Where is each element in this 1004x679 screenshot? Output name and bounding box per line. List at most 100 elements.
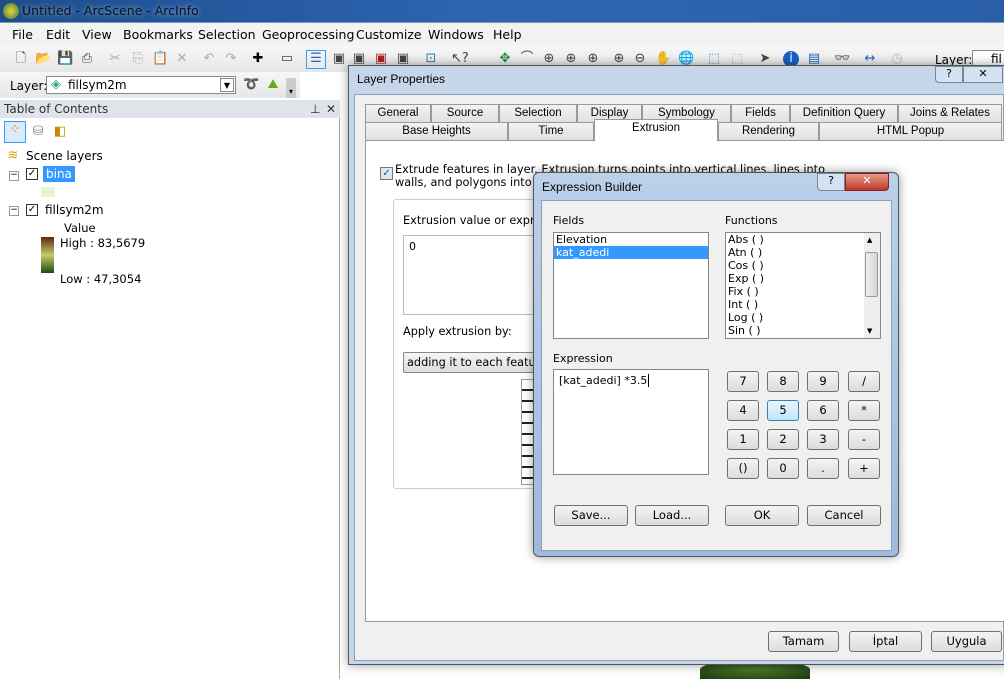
layer-checkbox-fillsym2m[interactable]: ✓ — [26, 204, 38, 216]
key-6-button[interactable]: 6 — [807, 400, 839, 421]
line-of-sight-icon[interactable]: ⛰ — [265, 77, 281, 93]
field-item-elevation[interactable]: Elevation — [554, 233, 708, 246]
pin-icon[interactable]: ⊥ — [310, 102, 320, 116]
tab-fields[interactable]: Fields — [731, 104, 790, 122]
tab-joins-relates[interactable]: Joins & Relates — [898, 104, 1002, 122]
close-button[interactable]: ✕ — [963, 66, 1003, 83]
menu-help[interactable]: Help — [493, 27, 522, 42]
collapse-icon[interactable]: − — [9, 206, 19, 216]
key-9-button[interactable]: 9 — [807, 371, 839, 392]
help-button[interactable]: ? — [935, 66, 963, 83]
chevron-down-icon[interactable]: ▼ — [220, 78, 234, 92]
menu-file[interactable]: File — [12, 27, 33, 42]
table-of-contents-icon[interactable]: ☰ — [306, 50, 326, 69]
scroll-thumb[interactable] — [865, 252, 878, 297]
layer-checkbox-bina[interactable]: ✓ — [26, 168, 38, 180]
function-item[interactable]: Atn ( ) — [726, 246, 880, 259]
menu-edit[interactable]: Edit — [46, 27, 70, 42]
function-item[interactable]: Fix ( ) — [726, 285, 880, 298]
tab-base-heights[interactable]: Base Heights — [365, 122, 508, 140]
menu-customize[interactable]: Customize — [356, 27, 422, 42]
close-button[interactable]: ✕ — [845, 173, 889, 191]
key-parentheses-button[interactable]: () — [727, 458, 759, 479]
scroll-up-icon[interactable]: ▲ — [867, 234, 872, 247]
layer-name-fillsym2m[interactable]: fillsym2m — [45, 203, 104, 217]
layer-dropdown-value: fillsym2m — [68, 78, 127, 92]
functions-list[interactable]: Abs ( ) Atn ( ) Cos ( ) Exp ( ) Fix ( ) … — [725, 232, 881, 339]
list-by-drawing-order-icon[interactable]: ⁘ — [4, 121, 26, 143]
redo-icon[interactable]: ↷ — [223, 51, 239, 67]
function-item[interactable]: Exp ( ) — [726, 272, 880, 285]
function-item[interactable]: Sin ( ) — [726, 324, 880, 337]
key-7-button[interactable]: 7 — [727, 371, 759, 392]
save-icon[interactable]: 💾 — [57, 51, 73, 67]
key-5-button[interactable]: 5 — [767, 400, 799, 421]
menu-windows[interactable]: Windows — [428, 27, 484, 42]
cancel-button[interactable]: Cancel — [807, 505, 881, 526]
key-4-button[interactable]: 4 — [727, 400, 759, 421]
load-button[interactable]: Load... — [635, 505, 709, 526]
key-2-button[interactable]: 2 — [767, 429, 799, 450]
bina-symbol-swatch — [41, 187, 55, 197]
delete-icon[interactable]: ✕ — [174, 51, 190, 67]
key-decimal-button[interactable]: . — [807, 458, 839, 479]
layer-name-bina[interactable]: bina — [43, 166, 75, 182]
apply-button[interactable]: Uygula — [931, 631, 1002, 652]
tab-time[interactable]: Time — [508, 122, 594, 140]
function-item[interactable]: Abs ( ) — [726, 233, 880, 246]
scene-window-icon[interactable]: ▭ — [279, 51, 295, 67]
tab-rendering[interactable]: Rendering — [718, 122, 819, 140]
function-item[interactable]: Int ( ) — [726, 298, 880, 311]
expression-input[interactable]: [kat_adedi] *3.5 — [553, 369, 709, 475]
functions-scrollbar[interactable]: ▲ ▼ — [864, 233, 880, 338]
help-button[interactable]: ? — [817, 173, 845, 191]
key-1-button[interactable]: 1 — [727, 429, 759, 450]
collapse-icon[interactable]: − — [9, 171, 19, 181]
catalog-icon[interactable]: ▣ — [331, 51, 347, 67]
key-plus-button[interactable]: + — [848, 458, 880, 479]
expression-builder-dialog: Expression Builder ? ✕ Fields Elevation … — [533, 172, 899, 557]
key-multiply-button[interactable]: * — [848, 400, 880, 421]
cancel-button[interactable]: İptal — [849, 631, 922, 652]
menu-selection[interactable]: Selection — [198, 27, 256, 42]
toolbar-options-icon[interactable]: ▾ — [286, 78, 296, 98]
save-button[interactable]: Save... — [554, 505, 628, 526]
ok-button[interactable]: Tamam — [768, 631, 839, 652]
field-item-kat-adedi[interactable]: kat_adedi — [554, 246, 708, 259]
layer-dropdown[interactable]: ◈ fillsym2m ▼ — [46, 76, 236, 94]
tab-general[interactable]: General — [365, 104, 431, 122]
function-item[interactable]: Log ( ) — [726, 311, 880, 324]
tab-source[interactable]: Source — [431, 104, 499, 122]
scene-layers-label: Scene layers — [26, 149, 103, 163]
scroll-down-icon[interactable]: ▼ — [867, 325, 872, 338]
ok-button[interactable]: OK — [725, 505, 799, 526]
key-0-button[interactable]: 0 — [767, 458, 799, 479]
tab-html-popup[interactable]: HTML Popup — [819, 122, 1002, 140]
tab-selection[interactable]: Selection — [499, 104, 577, 122]
contour-icon[interactable]: ➰ — [243, 77, 259, 93]
list-by-source-icon[interactable]: ⛁ — [30, 124, 46, 140]
menu-bookmarks[interactable]: Bookmarks — [123, 27, 193, 42]
tab-extrusion[interactable]: Extrusion — [594, 119, 718, 141]
print-icon[interactable]: ⎙ — [79, 51, 95, 67]
key-8-button[interactable]: 8 — [767, 371, 799, 392]
key-minus-button[interactable]: - — [848, 429, 880, 450]
menu-geoprocessing[interactable]: Geoprocessing — [262, 27, 354, 42]
fields-list[interactable]: Elevation kat_adedi — [553, 232, 709, 339]
extrude-checkbox[interactable]: ✓ — [380, 167, 393, 180]
list-by-visibility-icon[interactable]: ◧ — [52, 124, 68, 140]
cut-icon[interactable]: ✂ — [107, 51, 123, 67]
key-3-button[interactable]: 3 — [807, 429, 839, 450]
dialog-title: Layer Properties — [357, 72, 446, 86]
function-item[interactable]: Cos ( ) — [726, 259, 880, 272]
menu-view[interactable]: View — [82, 27, 112, 42]
key-divide-button[interactable]: / — [848, 371, 880, 392]
undo-icon[interactable]: ↶ — [201, 51, 217, 67]
new-icon[interactable]: 🗋 — [13, 51, 29, 67]
open-icon[interactable]: 📂 — [35, 51, 51, 67]
paste-icon[interactable]: 📋 — [152, 51, 168, 67]
copy-icon[interactable]: ⎘ — [130, 51, 146, 67]
tab-definition-query[interactable]: Definition Query — [790, 104, 898, 122]
add-data-icon[interactable]: ✚ — [250, 51, 266, 67]
close-icon[interactable]: ✕ — [326, 102, 336, 116]
